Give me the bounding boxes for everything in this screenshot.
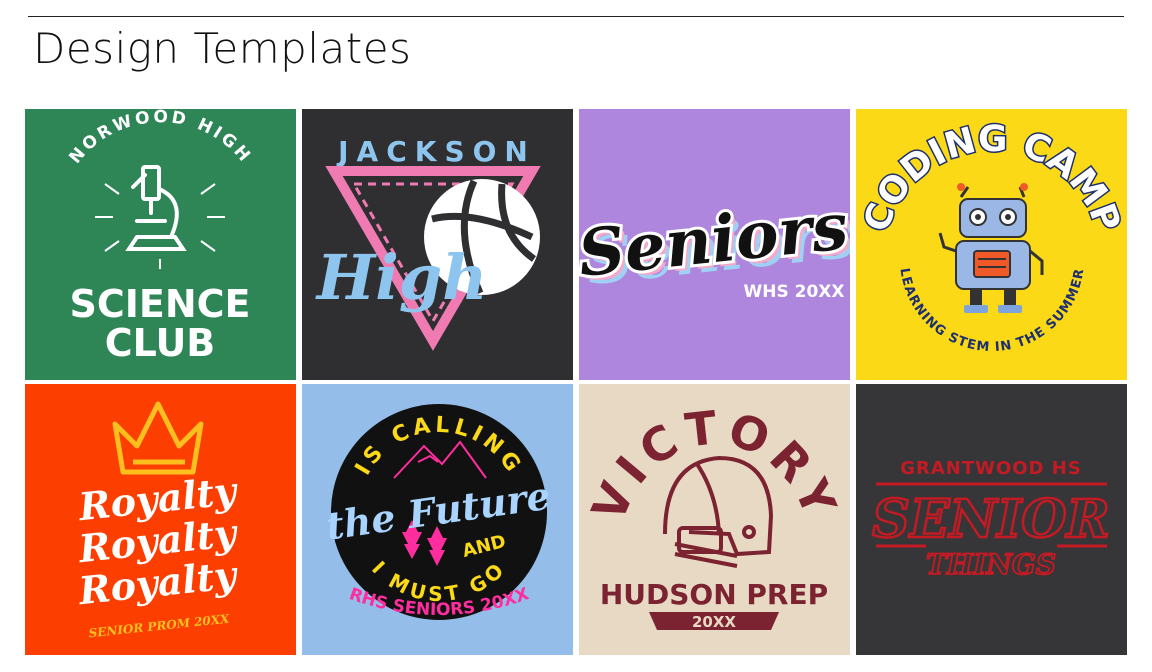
script-text: High [315, 241, 488, 314]
seniors-artwork: Seniors Seniors Seniors WHS 20XX [579, 109, 850, 380]
victory-artwork: VICTORY HUDSON PREP 20XX [579, 384, 850, 655]
sub-text: WHS 20XX [743, 282, 844, 302]
title-line-2: CLUB [105, 321, 216, 365]
page-title: Design Templates [33, 24, 412, 73]
coding-camp-artwork: CODING CAMP LEARNING STEM IN THE SUMMER [856, 109, 1127, 380]
the-future-artwork: IS CALLING the Future AND I MUST GO RHS … [302, 384, 573, 655]
template-card-coding-camp[interactable]: CODING CAMP LEARNING STEM IN THE SUMMER [856, 109, 1127, 380]
small-text: THINGS [926, 548, 1056, 581]
jackson-high-artwork: JACKSON High [302, 109, 573, 380]
top-text: GRANTWOOD HS [900, 458, 1082, 479]
header-rule [28, 16, 1124, 17]
template-card-jackson-high[interactable]: JACKSON High [302, 109, 573, 380]
template-card-senior-things[interactable]: GRANTWOOD HS SENIOR THINGS [856, 384, 1127, 655]
top-text: JACKSON [336, 135, 536, 168]
template-grid: NORWOOD HIGH SCIENCE CLUB JACKSON High S… [25, 109, 1127, 655]
template-card-victory[interactable]: VICTORY HUDSON PREP 20XX [579, 384, 850, 655]
title-line-1: SCIENCE [69, 282, 250, 326]
template-card-science-club[interactable]: NORWOOD HIGH SCIENCE CLUB [25, 109, 296, 380]
royalty-artwork: Royalty Royalty Royalty SENIOR PROM 20XX [25, 384, 296, 655]
template-card-the-future[interactable]: IS CALLING the Future AND I MUST GO RHS … [302, 384, 573, 655]
school-name: HUDSON PREP [600, 578, 828, 611]
year-text: 20XX [692, 613, 736, 631]
big-text: SENIOR [872, 489, 1110, 550]
senior-things-artwork: GRANTWOOD HS SENIOR THINGS [856, 384, 1127, 655]
science-club-artwork: NORWOOD HIGH SCIENCE CLUB [25, 109, 296, 380]
template-card-royalty[interactable]: Royalty Royalty Royalty SENIOR PROM 20XX [25, 384, 296, 655]
template-card-seniors[interactable]: Seniors Seniors Seniors WHS 20XX [579, 109, 850, 380]
